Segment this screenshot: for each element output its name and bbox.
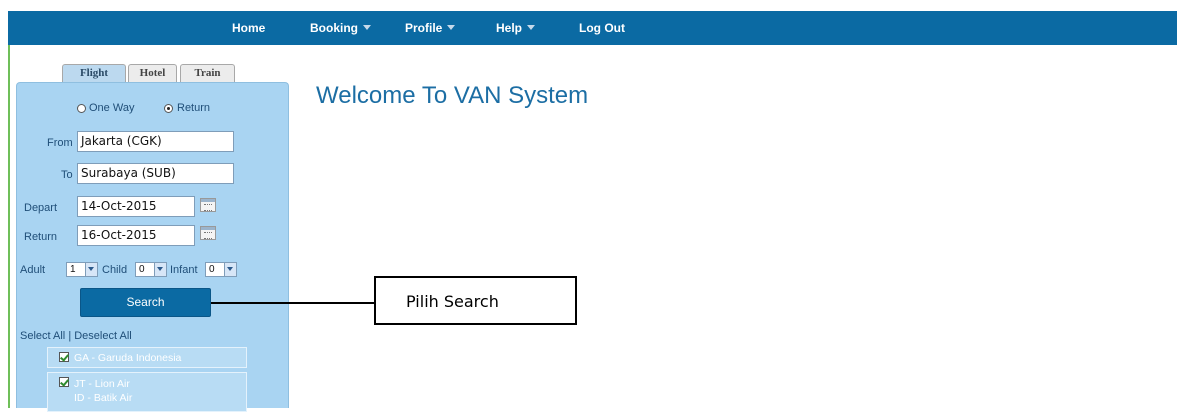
tab-flight-label: Flight: [79, 67, 109, 79]
adult-select[interactable]: 1: [66, 262, 98, 277]
top-nav-bar: Home Booking Profile Help Log Out: [8, 11, 1177, 45]
search-button[interactable]: Search: [80, 288, 211, 317]
search-button-label: Search: [126, 295, 165, 309]
chevron-down-icon: [85, 263, 97, 276]
nav-help-label: Help: [496, 21, 523, 35]
select-links: Select All | Deselect All: [20, 330, 132, 342]
left-border-rail: [8, 45, 10, 408]
airline-name: GA - Garuda Indonesia: [74, 352, 182, 364]
tab-hotel-label: Hotel: [139, 67, 166, 79]
infant-label: Infant: [170, 264, 198, 276]
adult-select-value: 1: [70, 264, 76, 275]
link-separator: |: [68, 330, 72, 342]
radio-selected-dot: [167, 107, 170, 110]
infant-select-value: 0: [209, 264, 215, 275]
airline-checkbox[interactable]: [59, 377, 69, 387]
chevron-down-icon: [154, 263, 166, 276]
return-label: Return: [24, 231, 58, 243]
airline-name: JT - Lion Air: [74, 378, 130, 390]
tab-train-label: Train: [194, 67, 221, 79]
select-all-link[interactable]: Select All: [20, 330, 65, 342]
calendar-icon[interactable]: [200, 226, 216, 240]
adult-label: Adult: [20, 264, 46, 276]
nav-logout-label: Log Out: [579, 21, 625, 35]
callout-box: Pilih Search: [374, 276, 577, 325]
deselect-all-link[interactable]: Deselect All: [74, 330, 131, 342]
nav-help[interactable]: Help: [496, 11, 536, 45]
child-select[interactable]: 0: [135, 262, 167, 277]
to-label: To: [61, 169, 73, 181]
return-date-input[interactable]: 16-Oct-2015: [77, 225, 195, 246]
tab-hotel[interactable]: Hotel: [128, 64, 177, 82]
airline-group[interactable]: JT - Lion Air ID - Batik Air: [47, 372, 247, 412]
nav-logout[interactable]: Log Out: [579, 11, 625, 45]
page-title: Welcome To VAN System: [316, 82, 589, 109]
callout-connector-line: [211, 302, 374, 304]
child-label: Child: [102, 264, 128, 276]
from-input[interactable]: Jakarta (CGK): [77, 131, 234, 152]
nav-profile[interactable]: Profile: [405, 11, 456, 45]
depart-date-input[interactable]: 14-Oct-2015: [77, 196, 195, 217]
nav-home[interactable]: Home: [232, 11, 265, 45]
radio-return[interactable]: [164, 104, 173, 113]
chevron-down-icon: [224, 263, 236, 276]
tab-flight[interactable]: Flight: [62, 64, 126, 83]
radio-one-way[interactable]: [77, 104, 86, 113]
nav-profile-label: Profile: [405, 21, 443, 35]
to-input[interactable]: Surabaya (SUB): [77, 163, 234, 184]
airline-group[interactable]: GA - Garuda Indonesia: [47, 347, 247, 368]
child-select-value: 0: [139, 264, 145, 275]
airline-checkbox[interactable]: [59, 352, 69, 362]
from-label: From: [47, 137, 73, 149]
nav-booking[interactable]: Booking: [310, 11, 371, 45]
chevron-down-icon: [363, 25, 371, 30]
chevron-down-icon: [447, 25, 456, 30]
infant-select[interactable]: 0: [205, 262, 237, 277]
radio-return-label: Return: [177, 102, 211, 114]
depart-label: Depart: [24, 202, 58, 214]
radio-one-way-label: One Way: [89, 102, 135, 114]
check-icon: [60, 352, 69, 362]
callout-text: Pilih Search: [406, 292, 499, 311]
airline-name: ID - Batik Air: [74, 392, 133, 404]
chevron-down-icon: [527, 25, 536, 30]
tab-train[interactable]: Train: [180, 64, 235, 82]
nav-home-label: Home: [232, 21, 266, 35]
nav-booking-label: Booking: [310, 21, 358, 35]
calendar-icon[interactable]: [200, 198, 216, 212]
check-icon: [60, 377, 69, 387]
